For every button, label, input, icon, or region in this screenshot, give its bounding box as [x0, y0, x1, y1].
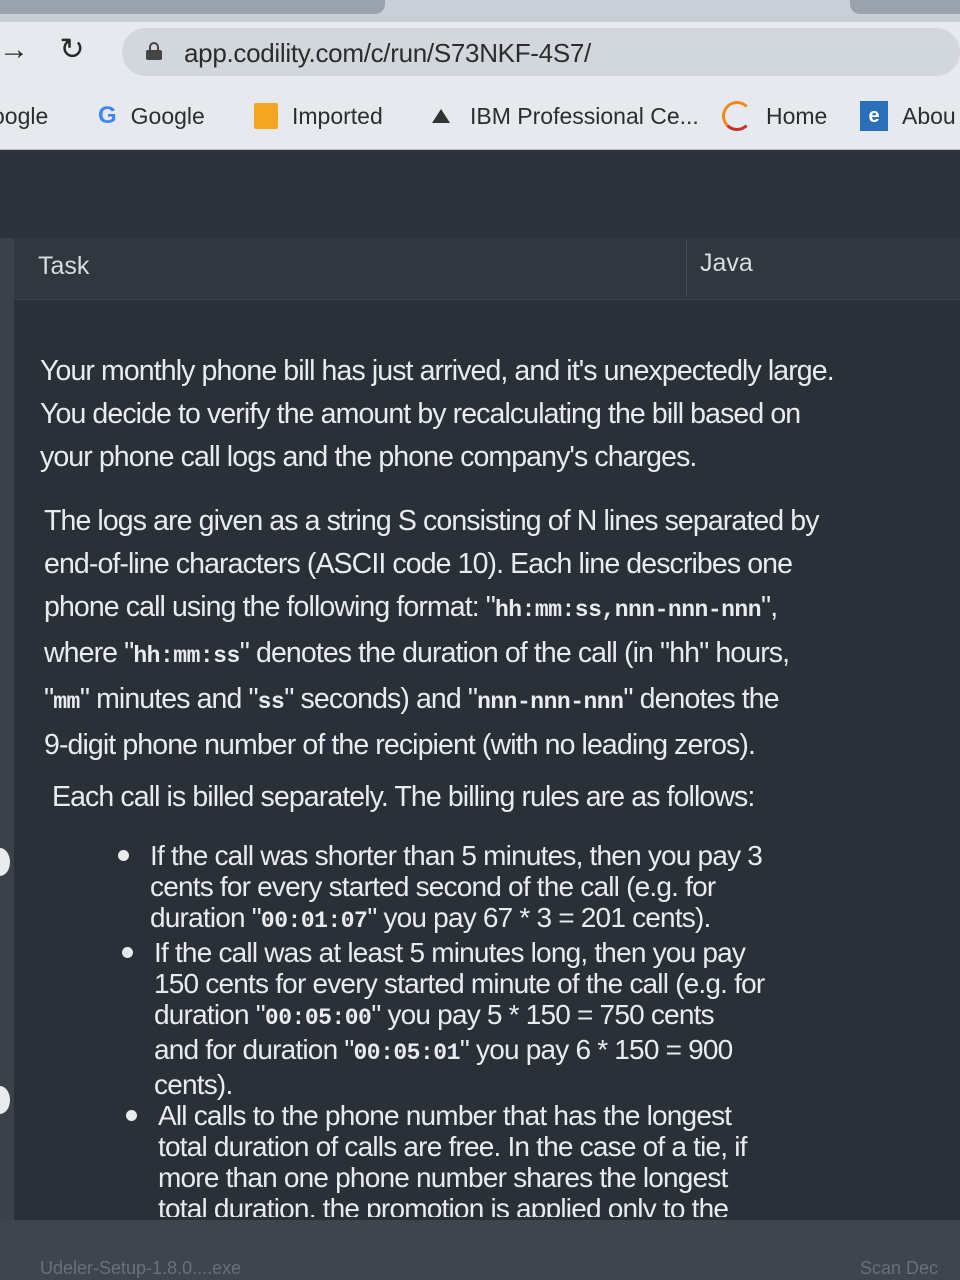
text-line: duration "00:05:00" you pay 5 * 150 = 75… [154, 999, 764, 1034]
list-item: All calls to the phone number that has t… [126, 1100, 764, 1217]
bookmark-label: oogle [0, 102, 49, 129]
bullet-icon [118, 850, 129, 861]
browser-tab[interactable] [0, 0, 385, 14]
text-line: duration "00:01:07" you pay 67 * 3 = 201… [150, 902, 764, 937]
text-line: phone call using the following format: "… [44, 586, 819, 632]
text: " denotes the duration of the call (in "… [239, 637, 790, 669]
text-line: If the call was at least 5 minutes long,… [154, 937, 746, 968]
list-item: If the call was shorter than 5 minutes, … [118, 840, 764, 937]
text-line: The logs are given as a string S consist… [44, 505, 819, 537]
text: and for duration " [154, 1034, 354, 1065]
description-paragraph: Your monthly phone bill has just arrived… [40, 350, 835, 479]
bullet-icon [122, 947, 133, 958]
text: " [44, 683, 54, 715]
bookmark-label: Home [766, 102, 828, 129]
bookmark-label: Google [130, 102, 205, 129]
bookmark-ibm[interactable]: IBM Professional Ce... [426, 100, 699, 132]
text-line: All calls to the phone number that has t… [158, 1100, 732, 1131]
bookmark-imported[interactable]: Imported [254, 100, 383, 132]
text: ", [761, 591, 778, 623]
browser-tab[interactable] [850, 0, 960, 14]
text: " you pay 67 * 3 = 201 cents). [367, 902, 711, 933]
bookmark-home[interactable]: Home [722, 100, 827, 132]
text: phone call using the following format: " [44, 591, 496, 623]
browser-toolbar: → ↻ app.codility.com/c/run/S73NKF-4S7/ [0, 22, 960, 84]
code-duration: 00:05:01 [353, 1040, 460, 1066]
language-label[interactable]: Java [700, 249, 753, 278]
text: duration " [150, 902, 262, 933]
forward-icon[interactable]: → [0, 30, 34, 70]
text-line: total duration of calls are free. In the… [158, 1131, 747, 1162]
home-icon [722, 101, 752, 131]
about-icon: e [860, 101, 888, 131]
text: duration " [154, 999, 266, 1030]
list-item: If the call was at least 5 minutes long,… [122, 937, 765, 1100]
text-line: cents). [154, 1069, 233, 1100]
text: " seconds) and " [284, 683, 478, 715]
text: " you pay 6 * 150 = 900 [459, 1034, 733, 1065]
tab-strip [0, 0, 960, 22]
text-line: "mm" minutes and "ss" seconds) and "nnn-… [44, 678, 819, 724]
code-duration: hh:mm:ss [133, 643, 240, 669]
text-line: more than one phone number shares the lo… [158, 1162, 728, 1193]
download-item[interactable]: Udeler-Setup-1.8.0....exe [40, 1258, 241, 1279]
url-text: app.codility.com/c/run/S73NKF-4S7/ [184, 38, 591, 68]
text: where " [44, 637, 134, 669]
text: " denotes the [623, 683, 779, 715]
bullet-icon [126, 1110, 137, 1121]
code-duration: 00:05:00 [264, 1005, 372, 1031]
text-line: 9-digit phone number of the recipient (w… [44, 729, 756, 761]
text-line: total duration, the promotion is applied… [158, 1193, 729, 1217]
bookmark-label: Imported [292, 102, 383, 129]
address-bar[interactable]: app.codility.com/c/run/S73NKF-4S7/ [122, 28, 960, 76]
text: " minutes and " [79, 683, 259, 715]
code-mm: mm [53, 689, 80, 715]
code-duration: 00:01:07 [260, 908, 368, 934]
billing-rules-list: If the call was shorter than 5 minutes, … [118, 840, 765, 1217]
page-header-area [0, 151, 960, 238]
bookmark-label: IBM Professional Ce... [470, 102, 699, 129]
code-format: hh:mm:ss,nnn-nnn-nnn [494, 597, 762, 623]
bookmark-label: Abou [902, 102, 956, 129]
text-line: Your monthly phone bill has just arrived… [40, 355, 835, 387]
logs-format-paragraph: The logs are given as a string S consist… [44, 500, 819, 767]
tab-task[interactable]: Task [38, 252, 89, 281]
text-line: You decide to verify the amount by recal… [40, 398, 801, 430]
code-phone: nnn-nnn-nnn [477, 689, 624, 715]
text-line: where "hh:mm:ss" denotes the duration of… [44, 632, 819, 678]
billing-intro: Each call is billed separately. The bill… [52, 781, 755, 813]
bookmark-google[interactable]: G Google [98, 100, 205, 132]
text-line: If the call was shorter than 5 minutes, … [150, 840, 763, 871]
text-line: cents for every started second of the ca… [150, 871, 716, 902]
text-line: and for duration "00:05:01" you pay 6 * … [154, 1034, 764, 1069]
text-line: your phone call logs and the phone compa… [40, 441, 697, 473]
bookmark-about[interactable]: e Abou [860, 100, 956, 132]
bookmark-google-partial[interactable]: oogle [0, 100, 48, 132]
google-g-icon: G [98, 102, 117, 129]
text-line: end-of-line characters (ASCII code 10). … [44, 548, 793, 580]
text-line: 150 cents for every started minute of th… [154, 968, 765, 999]
folder-icon [254, 103, 278, 129]
bookmarks-bar: oogle G Google Imported IBM Professional… [0, 84, 960, 150]
ibm-icon [426, 109, 456, 123]
code-ss: ss [257, 689, 285, 715]
download-item[interactable]: Scan Dec [860, 1258, 938, 1279]
reload-icon[interactable]: ↻ [52, 30, 92, 70]
lock-icon [146, 42, 162, 60]
text: " you pay 5 * 150 = 750 cents [371, 999, 714, 1030]
